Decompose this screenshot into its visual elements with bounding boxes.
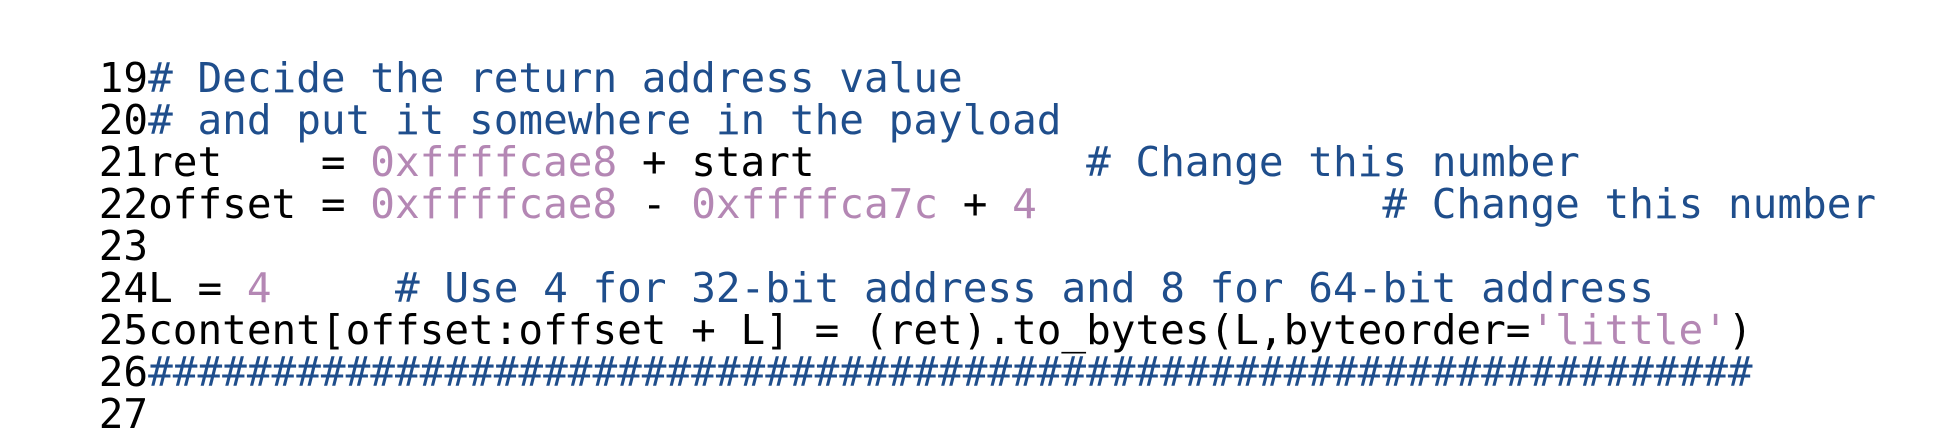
code-line-27: 27: [0, 336, 148, 438]
code-editor[interactable]: 19# Decide the return address value 20# …: [0, 0, 1950, 446]
line-number: 27: [98, 390, 149, 438]
code-line-26: 26######################################…: [0, 294, 1753, 396]
line-content: ########################################…: [148, 346, 1752, 398]
comment-token: ########################################…: [148, 348, 1753, 396]
code-line-22: 22offset = 0xffffcae8 - 0xffffca7c + 4 #…: [0, 126, 1876, 228]
